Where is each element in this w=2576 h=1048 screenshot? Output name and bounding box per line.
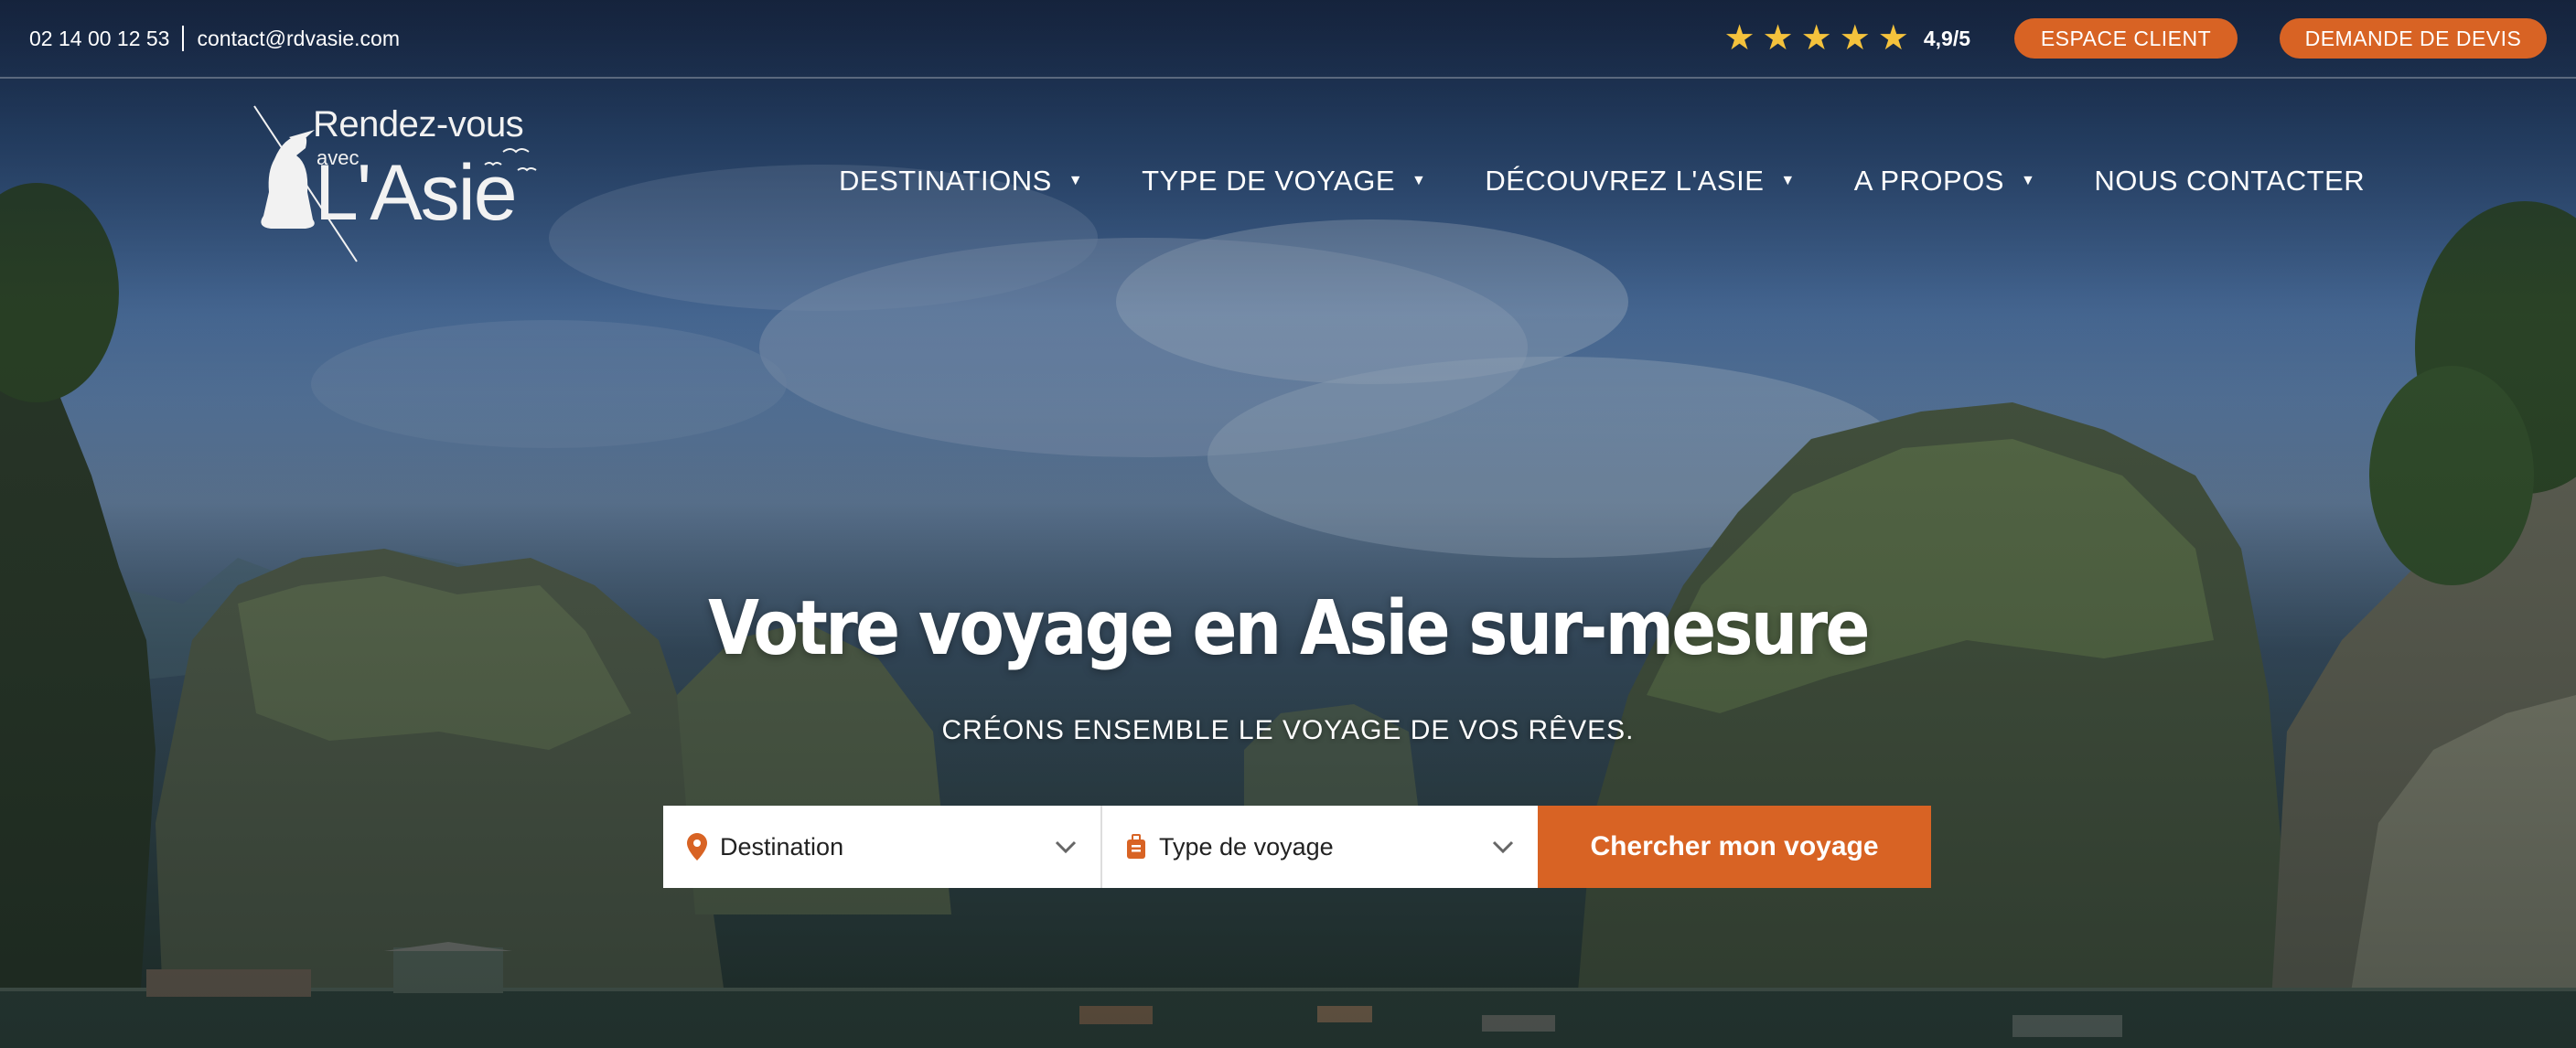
map-pin-icon — [687, 833, 707, 861]
phone-link[interactable]: 02 14 00 12 53 — [29, 27, 169, 51]
email-link[interactable]: contact@rdvasie.com — [197, 27, 400, 51]
nav-item-nous-contacter[interactable]: NOUS CONTACTER — [2094, 165, 2365, 198]
hero-subtitle: CRÉONS ENSEMBLE LE VOYAGE DE VOS RÊVES. — [941, 715, 1635, 745]
star-icon: ★ — [1723, 19, 1755, 58]
travel-type-select-value: Type de voyage — [1159, 832, 1334, 861]
site-logo[interactable]: Rendez-vous avec L'Asie — [229, 101, 567, 265]
logo-text-line3: L'Asie — [315, 149, 518, 237]
search-trip-button[interactable]: Chercher mon voyage — [1538, 806, 1931, 888]
nav-item-decouvrez-asie[interactable]: DÉCOUVREZ L'ASIE ▼ — [1485, 165, 1795, 198]
nav-item-label: DÉCOUVREZ L'ASIE — [1485, 165, 1765, 197]
nav-item-a-propos[interactable]: A PROPOS ▼ — [1854, 165, 2036, 198]
destination-select-value: Destination — [720, 832, 844, 861]
travel-type-select[interactable]: Type de voyage — [1100, 806, 1538, 888]
star-icon: ★ — [1839, 19, 1871, 58]
quote-request-button[interactable]: DEMANDE DE DEVIS — [2280, 18, 2547, 59]
contact-divider — [182, 26, 185, 51]
destination-select[interactable]: Destination — [663, 806, 1100, 888]
nav-item-label: TYPE DE VOYAGE — [1142, 165, 1396, 197]
top-bar: 02 14 00 12 53 contact@rdvasie.com ★ ★ ★… — [0, 0, 2576, 79]
caret-down-icon: ▼ — [2020, 173, 2036, 188]
caret-down-icon: ▼ — [1780, 173, 1796, 188]
star-icon: ★ — [1800, 19, 1832, 58]
logo-text-line1: Rendez-vous — [313, 104, 524, 144]
client-area-button[interactable]: ESPACE CLIENT — [2014, 18, 2238, 59]
caret-down-icon: ▼ — [1411, 173, 1427, 188]
nav-item-label: DESTINATIONS — [839, 165, 1052, 197]
trip-search-form: Destination Type de voyage Chercher mon … — [663, 806, 1931, 888]
caret-down-icon: ▼ — [1068, 173, 1084, 188]
nav-item-type-de-voyage[interactable]: TYPE DE VOYAGE ▼ — [1142, 165, 1426, 198]
main-nav: DESTINATIONS ▼ TYPE DE VOYAGE ▼ DÉCOUVRE… — [839, 165, 2365, 198]
suitcase-icon — [1126, 834, 1146, 860]
nav-item-label: NOUS CONTACTER — [2094, 165, 2366, 197]
contact-info: 02 14 00 12 53 contact@rdvasie.com — [29, 26, 400, 51]
chevron-down-icon — [1055, 840, 1077, 853]
star-icon: ★ — [1762, 19, 1794, 58]
top-bar-actions: ★ ★ ★ ★ ★ 4,9/5 ESPACE CLIENT DEMANDE DE… — [1723, 18, 2547, 59]
nav-item-label: A PROPOS — [1853, 165, 2004, 197]
rating-stars: ★ ★ ★ ★ ★ — [1723, 21, 1908, 56]
chevron-down-icon — [1492, 840, 1514, 853]
hero-title: Votre voyage en Asie sur-mesure — [708, 585, 1870, 672]
nav-item-destinations[interactable]: DESTINATIONS ▼ — [839, 165, 1083, 198]
rating-value: 4,9/5 — [1923, 26, 1970, 50]
star-icon: ★ — [1877, 19, 1909, 58]
